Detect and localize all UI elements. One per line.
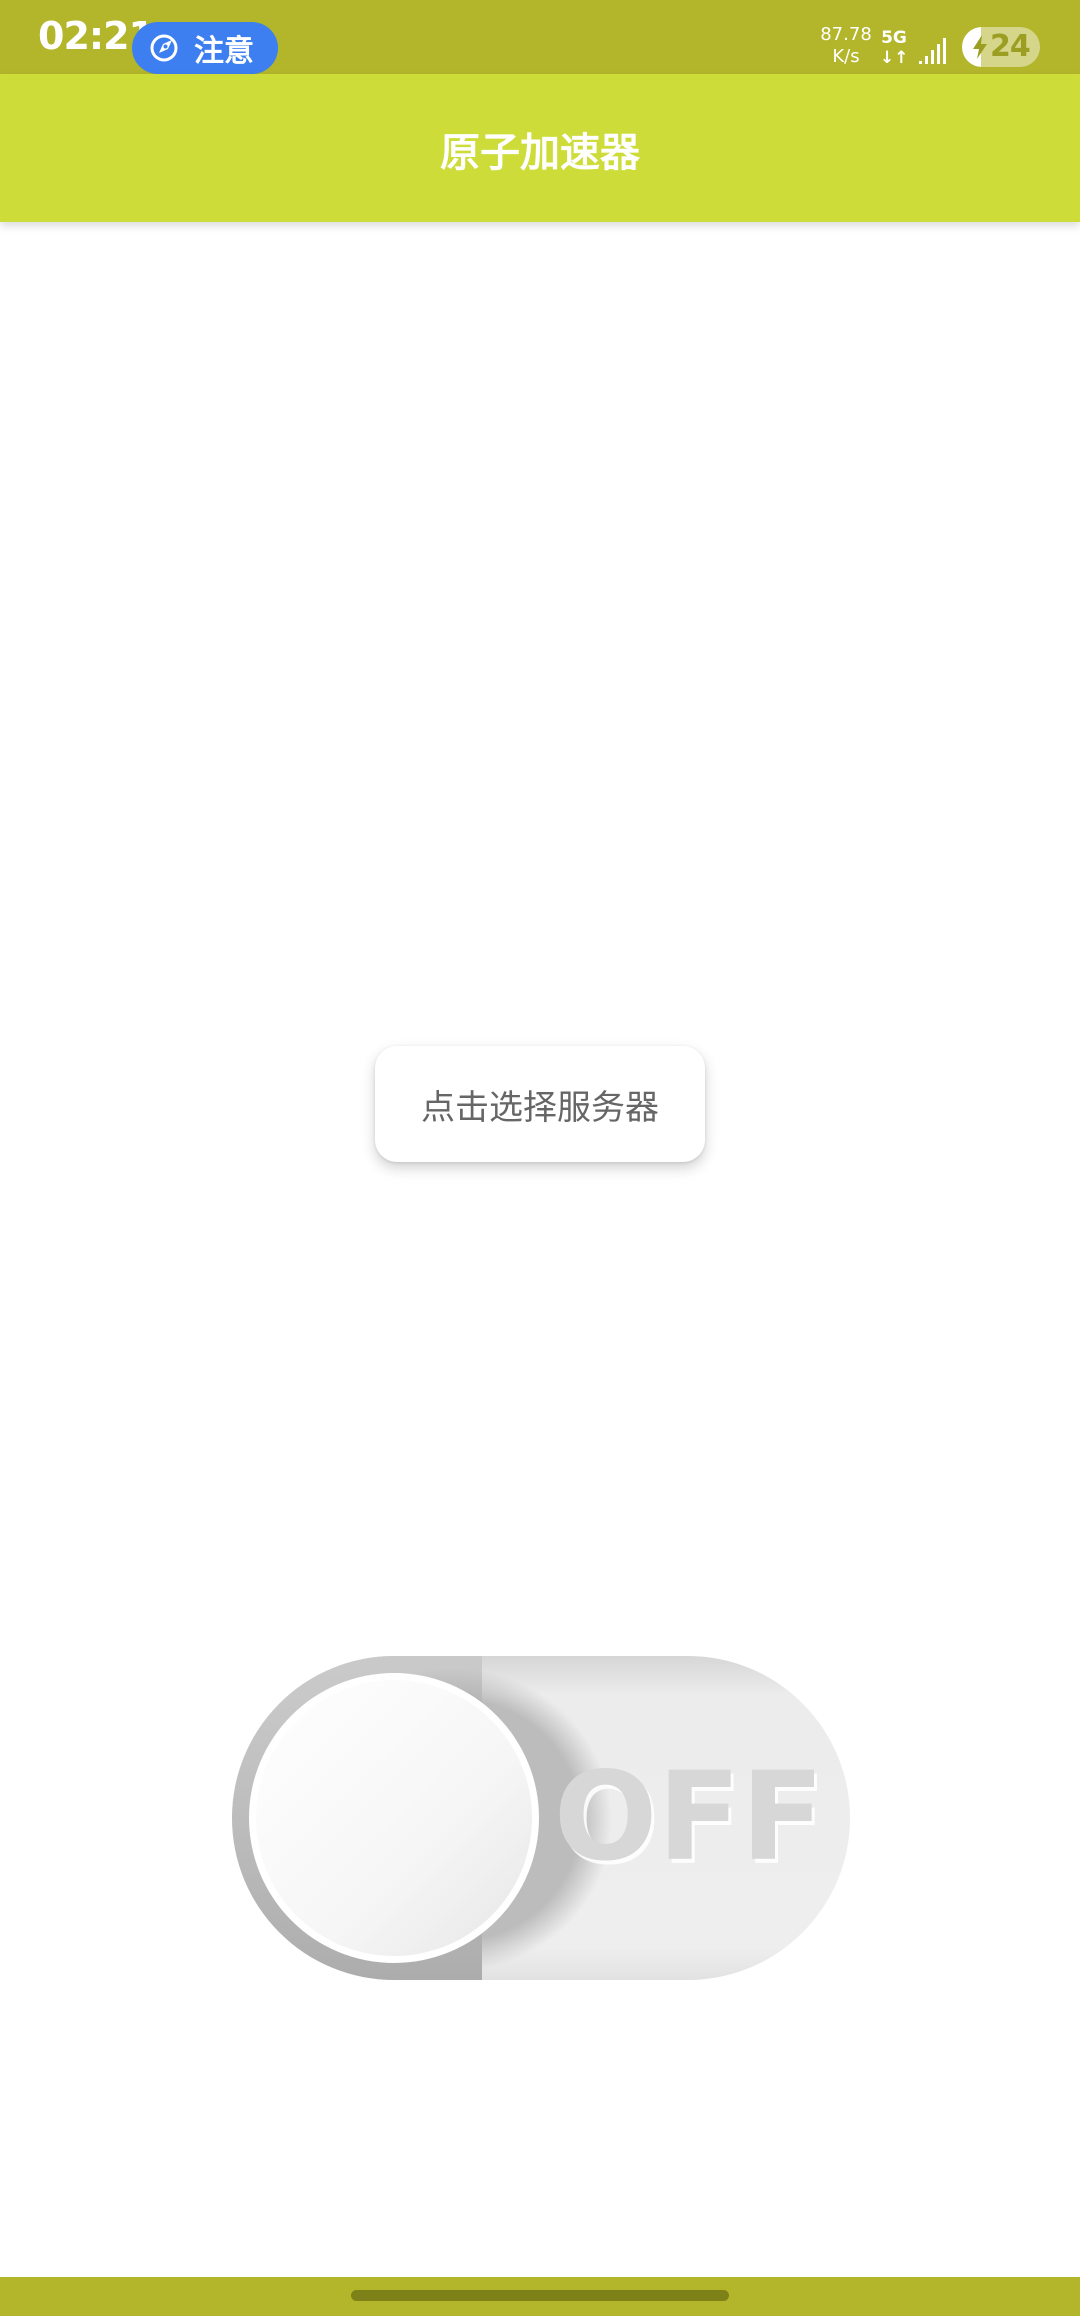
navigation-bar	[0, 2277, 1080, 2316]
battery-level: 24	[990, 29, 1031, 64]
compass-rocket-icon	[150, 34, 178, 62]
battery-charging-icon	[973, 35, 987, 59]
app-bar: 原子加速器	[0, 74, 1080, 222]
toggle-graphic: OFF OFF	[232, 1656, 850, 1980]
select-server-label: 点击选择服务器	[421, 1087, 659, 1128]
notice-pill[interactable]: 注意	[132, 22, 278, 74]
notice-label: 注意	[194, 34, 254, 69]
app-title: 原子加速器	[440, 130, 640, 176]
status-bar: 02:21 注意 87.78 K/s 5G ↓↑ 24	[0, 0, 1080, 74]
vpn-toggle-switch[interactable]: OFF OFF	[232, 1656, 850, 1980]
network-activity-arrows: ↓↑	[880, 48, 909, 68]
network-type: 5G ↓↑	[880, 28, 909, 68]
network-speed-value: 87.78	[820, 24, 872, 45]
toggle-knob	[256, 1680, 532, 1956]
network-type-label: 5G	[881, 28, 907, 48]
network-speed: 87.78 K/s	[818, 24, 874, 68]
screen: 02:21 注意 87.78 K/s 5G ↓↑ 24 原子加速器 点击选择服务…	[0, 0, 1080, 2316]
battery-indicator: 24	[962, 27, 1040, 67]
toggle-label: OFF	[554, 1746, 824, 1888]
network-speed-unit: K/s	[832, 46, 860, 67]
cell-signal-icon	[919, 38, 946, 64]
select-server-button[interactable]: 点击选择服务器	[375, 1046, 705, 1162]
home-gesture-handle[interactable]	[351, 2290, 729, 2301]
